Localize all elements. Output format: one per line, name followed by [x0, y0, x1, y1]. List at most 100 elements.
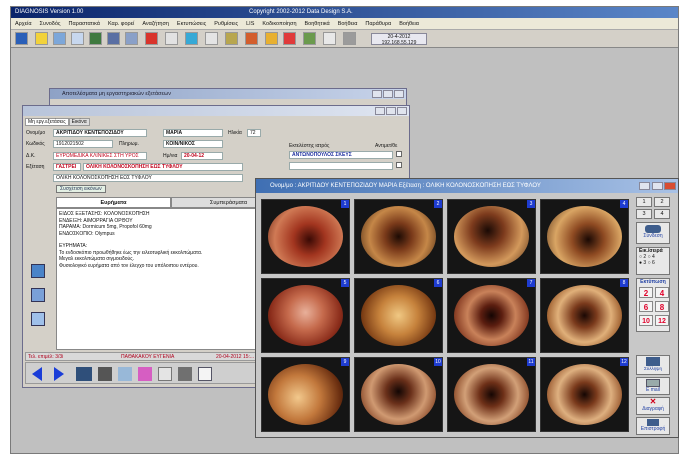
toolbar-calc-icon[interactable] [185, 32, 198, 45]
print-6-button[interactable]: 6 [639, 301, 653, 312]
view-4-button[interactable]: 4 [654, 209, 670, 219]
toolbar-new-icon[interactable] [15, 32, 28, 45]
toolbar-building-icon[interactable] [107, 32, 120, 45]
minimize-button[interactable] [372, 90, 382, 98]
menu-item[interactable]: Ρυθμίσεις [210, 21, 242, 27]
close-button[interactable] [664, 182, 676, 190]
menu-item[interactable]: Εκτυπώσεις [173, 21, 210, 27]
doctor-field[interactable]: ΕΥΡΩΜΕΔΙΚΑ ΚΛΙΝΙΚΕΣ ΣΤΗ ΥΡΟΣ [53, 152, 147, 160]
image-icon[interactable] [138, 367, 152, 381]
per-row-option[interactable]: ● 3 ○ 6 [639, 260, 669, 266]
camera-icon[interactable] [98, 367, 112, 381]
endoscopy-image-12[interactable]: 12 [540, 357, 629, 432]
menu-item[interactable]: Βοηθητικά [301, 21, 334, 27]
image-gallery-window[interactable]: Ονομ/μο : ΑΚΡΙΤΙΔΟΥ ΚΕΝΤΕΠΟΖΙΔΟΥ ΜΑΡΙΑ Ε… [255, 178, 679, 438]
link-button[interactable]: Σύνδεση [636, 222, 670, 244]
endoscopy-image-1[interactable]: 1 [261, 199, 350, 274]
side-image-icon[interactable] [31, 264, 45, 278]
toolbar-calendar-icon[interactable] [165, 32, 178, 45]
toolbar-stats-icon[interactable] [245, 32, 258, 45]
view-2-button[interactable]: 2 [654, 197, 670, 207]
toolbar-lab-icon[interactable] [89, 32, 102, 45]
menu-item[interactable]: Βοήθεια [334, 21, 362, 27]
delete-button[interactable]: ✕ Διαγραφή [636, 397, 670, 415]
capture-button[interactable]: Σύλληψη [636, 355, 670, 375]
menu-item[interactable]: LIS [242, 21, 258, 27]
exam-field[interactable]: ΟΛΙΚΗ ΚΟΛΟΝΟΣΚΟΠΗΣΗ ΕΩΣ ΤΥΦΛΟΥ [83, 163, 243, 171]
toolbar-pen-icon[interactable] [323, 32, 336, 45]
tab-findings[interactable]: Ευρήματα [56, 197, 171, 208]
minimize-button[interactable] [639, 182, 650, 190]
view-3-button[interactable]: 3 [636, 209, 652, 219]
print-10-button[interactable]: 10 [639, 315, 653, 326]
close-button[interactable] [397, 107, 407, 115]
physician-field[interactable]: ΑΝΤΩΝΟΠΟΥΛΟΣ ΣΚΕΥΣ [289, 151, 393, 159]
maximize-button[interactable] [386, 107, 396, 115]
side-document-icon[interactable] [31, 312, 45, 326]
payer-field[interactable]: ΚΟΙΝ/ΝΙΚΟΣ [163, 140, 223, 148]
toolbar-people-icon[interactable] [225, 32, 238, 45]
toolbar-cross-icon[interactable] [145, 32, 158, 45]
age-field[interactable]: 72 [247, 129, 261, 137]
date-field[interactable]: 20-04-12 [181, 152, 223, 160]
scope-icon[interactable] [76, 367, 92, 381]
toolbar-user-icon[interactable] [265, 32, 278, 45]
endoscopy-image-11[interactable]: 11 [447, 357, 536, 432]
toolbar-exit-icon[interactable] [343, 32, 356, 45]
endoscopy-image-7[interactable]: 7 [447, 278, 536, 353]
endoscopy-image-9[interactable]: 9 [261, 357, 350, 432]
first-name-field[interactable]: ΜΑΡΙΑ [163, 129, 223, 137]
toolbar-tools-icon[interactable] [303, 32, 316, 45]
toolbar-folder-icon[interactable] [35, 32, 48, 45]
menu-item[interactable]: Αρχεία [11, 21, 36, 27]
menu-item[interactable]: Καρ. φορεί [104, 21, 138, 27]
menu-item[interactable]: Κοδικοποίηση [258, 21, 300, 27]
close-button[interactable] [394, 90, 404, 98]
physician-field-2[interactable] [289, 162, 393, 170]
toolbar-list-icon[interactable] [71, 32, 84, 45]
code-field[interactable]: 1912021502 [53, 140, 113, 148]
tab-image[interactable]: Εικόνα [68, 118, 90, 126]
card-icon[interactable] [158, 367, 172, 381]
approved-checkbox[interactable] [396, 151, 402, 157]
toolbar-phone-icon[interactable] [205, 32, 218, 45]
minimize-button[interactable] [375, 107, 385, 115]
endoscopy-image-8[interactable]: 8 [540, 278, 629, 353]
side-scan-icon[interactable] [31, 288, 45, 302]
report-textarea[interactable]: ΕΙΔΟΣ ΕΞΕΤΑΣΗΣ: ΚΟΛΟΝΟΣΚΟΠΗΣΗ ΕΝΔΕΙΞΗ: Α… [56, 208, 286, 350]
print-12-button[interactable]: 12 [655, 315, 669, 326]
menu-item[interactable]: Συνοδός [36, 21, 65, 27]
maximize-button[interactable] [383, 90, 393, 98]
surname-field[interactable]: ΑΚΡΙΤΙΔΟΥ ΚΕΝΤΕΠΟΖΙΔΟΥ [53, 129, 147, 137]
endoscopy-image-10[interactable]: 10 [354, 357, 443, 432]
back-button[interactable]: Επιστροφή [636, 417, 670, 435]
maximize-button[interactable] [652, 182, 663, 190]
endoscopy-image-3[interactable]: 3 [447, 199, 536, 274]
toolbar-document-icon[interactable] [53, 32, 66, 45]
link-images-button[interactable]: Συσχέτιση εικόνων [56, 185, 106, 193]
print-icon[interactable] [178, 367, 192, 381]
next-icon[interactable] [54, 367, 64, 381]
exam-description-field[interactable]: ΟΛΙΚΗ ΚΟΛΟΝΟΣΚΟΠΗΣΗ ΕΩΣ ΤΥΦΛΟΥ [53, 174, 243, 182]
endoscopy-image-2[interactable]: 2 [354, 199, 443, 274]
menu-item[interactable]: Βοήθεια [395, 21, 423, 27]
print-4-button[interactable]: 4 [655, 287, 669, 298]
approved-checkbox-2[interactable] [396, 162, 402, 168]
edit-icon[interactable] [118, 367, 132, 381]
endoscopy-image-6[interactable]: 6 [354, 278, 443, 353]
view-1-button[interactable]: 1 [636, 197, 652, 207]
endoscopy-image-5[interactable]: 5 [261, 278, 350, 353]
word-icon[interactable] [198, 367, 212, 381]
menu-item[interactable]: Παραστατικά [65, 21, 104, 27]
tab-exams[interactable]: Μη εργ.εξετάσεις [25, 118, 69, 126]
toolbar-report-icon[interactable] [125, 32, 138, 45]
endoscopy-image-4[interactable]: 4 [540, 199, 629, 274]
menu-item[interactable]: Παράθυρα [361, 21, 395, 27]
toolbar-lifebuoy-icon[interactable] [283, 32, 296, 45]
print-8-button[interactable]: 8 [655, 301, 669, 312]
previous-icon[interactable] [32, 367, 42, 381]
print-2-button[interactable]: 2 [639, 287, 653, 298]
menu-item[interactable]: Αναζήτηση [138, 21, 173, 27]
email-button[interactable]: E mail [636, 377, 670, 395]
exam-code-field[interactable]: ΓΑΣΤΡΕΙ [53, 163, 81, 171]
